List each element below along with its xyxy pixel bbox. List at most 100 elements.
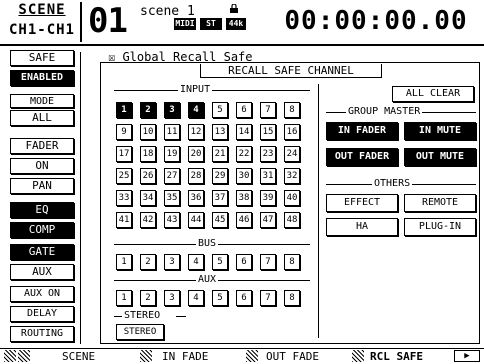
input-channel-button[interactable]: 1 [116, 102, 132, 118]
in-fader-button[interactable]: IN FADER [326, 122, 398, 140]
input-channel-button[interactable]: 20 [188, 146, 204, 162]
channel-range: CH1-CH1 [8, 22, 75, 38]
aux-button[interactable]: 2 [140, 290, 156, 306]
input-section-label: INPUT [178, 84, 213, 96]
mode-comp-button[interactable]: COMP [10, 222, 74, 238]
mode-aux-on-button[interactable]: AUX ON [10, 286, 74, 302]
mode-all-button[interactable]: ALL [10, 110, 74, 126]
aux-button[interactable]: 6 [236, 290, 252, 306]
panel-title: RECALL SAFE CHANNEL [200, 64, 382, 78]
input-channel-button[interactable]: 31 [260, 168, 276, 184]
bus-button[interactable]: 7 [260, 254, 276, 270]
input-channel-button[interactable]: 3 [164, 102, 180, 118]
out-fader-button[interactable]: OUT FADER [326, 148, 398, 166]
left-divider [80, 52, 81, 344]
input-channel-button[interactable]: 15 [260, 124, 276, 140]
input-channel-button[interactable]: 47 [260, 212, 276, 228]
input-channel-button[interactable]: 19 [164, 146, 180, 162]
input-channel-button[interactable]: 43 [164, 212, 180, 228]
input-channel-button[interactable]: 25 [116, 168, 132, 184]
effect-button[interactable]: EFFECT [326, 194, 398, 212]
input-channel-button[interactable]: 22 [236, 146, 252, 162]
bus-button[interactable]: 5 [212, 254, 228, 270]
input-channel-button[interactable]: 18 [140, 146, 156, 162]
next-page-icon[interactable]: ▶ [454, 350, 480, 362]
tab-in-fade[interactable]: IN FADE [162, 349, 208, 364]
input-channel-button[interactable]: 11 [164, 124, 180, 140]
input-channel-button[interactable]: 32 [284, 168, 300, 184]
in-mute-button[interactable]: IN MUTE [404, 122, 476, 140]
bus-button[interactable]: 3 [164, 254, 180, 270]
mode-gate-button[interactable]: GATE [10, 244, 74, 260]
input-channel-button[interactable]: 27 [164, 168, 180, 184]
mode-pan-button[interactable]: PAN [10, 178, 74, 194]
input-channel-button[interactable]: 4 [188, 102, 204, 118]
input-channel-button[interactable]: 36 [188, 190, 204, 206]
plugin-button[interactable]: PLUG-IN [404, 218, 476, 236]
input-channel-button[interactable]: 24 [284, 146, 300, 162]
mode-delay-button[interactable]: DELAY [10, 306, 74, 322]
tab-rcl-safe[interactable]: RCL SAFE [370, 349, 423, 364]
remote-button[interactable]: REMOTE [404, 194, 476, 212]
all-clear-button[interactable]: ALL CLEAR [392, 86, 474, 102]
input-channel-button[interactable]: 26 [140, 168, 156, 184]
mode-on-button[interactable]: ON [10, 158, 74, 174]
stereo-section-label: STEREO [122, 310, 163, 322]
scene-number: 01 [88, 1, 128, 41]
input-channel-button[interactable]: 44 [188, 212, 204, 228]
input-channel-button[interactable]: 7 [260, 102, 276, 118]
input-channel-button[interactable]: 42 [140, 212, 156, 228]
mode-eq-button[interactable]: EQ [10, 202, 74, 218]
mode-label: MODE [10, 94, 74, 108]
input-channel-button[interactable]: 10 [140, 124, 156, 140]
input-channel-button[interactable]: 48 [284, 212, 300, 228]
input-channel-button[interactable]: 17 [116, 146, 132, 162]
input-channel-button[interactable]: 30 [236, 168, 252, 184]
input-channel-button[interactable]: 9 [116, 124, 132, 140]
safe-enabled-button[interactable]: ENABLED [10, 70, 74, 86]
input-channel-button[interactable]: 33 [116, 190, 132, 206]
tab-indicator-icon [18, 350, 30, 362]
aux-button[interactable]: 1 [116, 290, 132, 306]
aux-button[interactable]: 7 [260, 290, 276, 306]
input-channel-button[interactable]: 38 [236, 190, 252, 206]
mode-routing-button[interactable]: ROUTING [10, 326, 74, 342]
input-channel-button[interactable]: 2 [140, 102, 156, 118]
input-channel-button[interactable]: 12 [188, 124, 204, 140]
bus-button[interactable]: 2 [140, 254, 156, 270]
input-channel-button[interactable]: 21 [212, 146, 228, 162]
input-channel-button[interactable]: 16 [284, 124, 300, 140]
mode-aux-button[interactable]: AUX [10, 264, 74, 280]
input-channel-button[interactable]: 39 [260, 190, 276, 206]
bus-button[interactable]: 4 [188, 254, 204, 270]
input-channel-button[interactable]: 14 [236, 124, 252, 140]
tab-scene[interactable]: SCENE [62, 349, 95, 364]
aux-button[interactable]: 8 [284, 290, 300, 306]
input-channel-button[interactable]: 35 [164, 190, 180, 206]
input-channel-button[interactable]: 13 [212, 124, 228, 140]
input-channel-button[interactable]: 37 [212, 190, 228, 206]
input-channel-button[interactable]: 8 [284, 102, 300, 118]
input-channel-button[interactable]: 40 [284, 190, 300, 206]
stereo-button[interactable]: STEREO [116, 324, 164, 340]
input-channel-button[interactable]: 23 [260, 146, 276, 162]
tab-out-fade[interactable]: OUT FADE [266, 349, 319, 364]
bus-button[interactable]: 8 [284, 254, 300, 270]
input-channel-button[interactable]: 41 [116, 212, 132, 228]
input-channel-button[interactable]: 28 [188, 168, 204, 184]
out-mute-button[interactable]: OUT MUTE [404, 148, 476, 166]
input-channel-button[interactable]: 34 [140, 190, 156, 206]
input-channel-button[interactable]: 46 [236, 212, 252, 228]
aux-button[interactable]: 3 [164, 290, 180, 306]
aux-button[interactable]: 5 [212, 290, 228, 306]
input-channel-button[interactable]: 6 [236, 102, 252, 118]
ha-button[interactable]: HA [326, 218, 398, 236]
input-channel-button[interactable]: 29 [212, 168, 228, 184]
input-channel-button[interactable]: 45 [212, 212, 228, 228]
aux-button[interactable]: 4 [188, 290, 204, 306]
bus-button[interactable]: 6 [236, 254, 252, 270]
input-channel-button[interactable]: 5 [212, 102, 228, 118]
mode-fader-button[interactable]: FADER [10, 138, 74, 154]
tab-indicator-icon [140, 350, 152, 362]
bus-button[interactable]: 1 [116, 254, 132, 270]
